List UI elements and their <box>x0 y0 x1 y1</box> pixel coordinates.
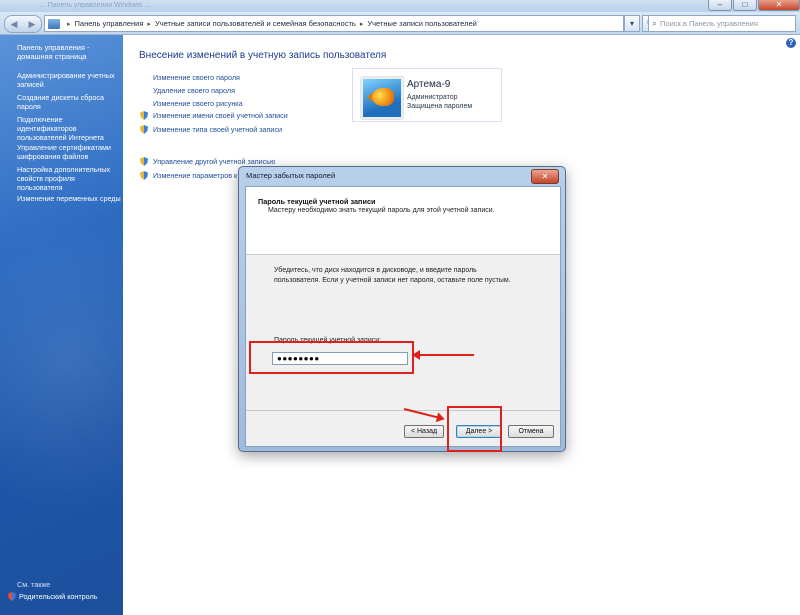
help-icon[interactable]: ? <box>786 38 796 48</box>
sidebar-item-profile-properties[interactable]: Настройка дополнительных свойств профиля… <box>17 165 121 192</box>
search-input[interactable]: ⌕ Поиск в Панель управления <box>648 15 796 32</box>
fish-icon <box>372 88 394 106</box>
breadcrumb-separator-icon[interactable]: ▸ <box>147 20 151 28</box>
remove-password-link[interactable]: Удаление своего пароля <box>153 86 235 95</box>
back-arrow-icon[interactable]: ◀ <box>11 19 18 30</box>
uac-shield-icon <box>140 157 148 166</box>
forgotten-password-wizard-dialog: Мастер забытых паролей ✕ Пароль текущей … <box>238 166 566 452</box>
change-account-name-label: Изменение имени своей учетной записи <box>153 111 288 120</box>
account-card: Артема-9 Администратор Защищена паролем <box>352 68 502 122</box>
window-title: ... Панель управления Windows ... <box>40 2 151 9</box>
sidebar-item-admin-accounts[interactable]: Администрирование учетных записей <box>17 71 121 90</box>
back-button[interactable]: < Назад <box>404 425 444 438</box>
uac-shield-icon <box>140 111 148 120</box>
dialog-header-subtitle: Мастеру необходимо знать текущий пароль … <box>268 207 495 214</box>
change-account-name-link[interactable]: Изменение имени своей учетной записи <box>140 111 288 120</box>
account-name: Артема-9 <box>407 79 451 90</box>
forward-arrow-icon[interactable]: ▶ <box>29 19 36 30</box>
password-pointer-arrow-icon <box>412 350 474 360</box>
change-picture-link[interactable]: Изменение своего рисунка <box>153 99 243 108</box>
sidebar-see-also: См. также <box>17 580 51 589</box>
uac-shield-icon <box>140 125 148 134</box>
sidebar: Панель управления - домашняя страница Ад… <box>0 35 123 615</box>
breadcrumb-control-panel[interactable]: Панель управления <box>75 19 144 28</box>
change-uac-settings-label: Изменение параметров к <box>153 171 238 180</box>
dialog-instructions: Убедитесь, что диск находится в дисковод… <box>274 267 511 284</box>
sidebar-item-online-ids[interactable]: Подключение идентификаторов пользователе… <box>17 115 121 142</box>
sidebar-item-home[interactable]: Панель управления - домашняя страница <box>17 43 121 62</box>
address-bar[interactable]: ▸ Панель управления ▸ Учетные записи пол… <box>44 15 624 32</box>
minimize-button[interactable]: – <box>708 0 732 11</box>
dialog-header: Пароль текущей учетной записи Мастеру не… <box>246 187 560 255</box>
breadcrumb-user-accounts[interactable]: Учетные записи пользователей <box>367 19 477 28</box>
change-uac-settings-link[interactable]: Изменение параметров к <box>140 171 237 180</box>
breadcrumb-separator-icon[interactable]: ▸ <box>360 20 364 28</box>
parental-controls-icon <box>8 592 16 601</box>
sidebar-item-certificates[interactable]: Управление сертификатами шифрования файл… <box>17 143 121 162</box>
avatar[interactable] <box>361 77 403 119</box>
account-role: Администратор <box>407 94 458 101</box>
change-password-link[interactable]: Изменение своего пароля <box>153 73 240 82</box>
uac-shield-icon <box>140 171 148 180</box>
dialog-separator <box>246 410 560 411</box>
manage-other-account-link[interactable]: Управление другой учетной записью <box>140 157 275 166</box>
password-highlight-box <box>249 341 414 374</box>
close-button[interactable]: ✕ <box>758 0 800 11</box>
cancel-button[interactable]: Отмена <box>508 425 554 438</box>
page-title: Внесение изменений в учетную запись поль… <box>139 50 387 61</box>
dialog-close-button[interactable]: ✕ <box>531 169 559 184</box>
dialog-client-area: Пароль текущей учетной записи Мастеру не… <box>245 186 561 447</box>
manage-other-account-label: Управление другой учетной записью <box>153 157 276 166</box>
next-highlight-box <box>447 406 502 452</box>
sidebar-item-parental-controls[interactable]: Родительский контроль <box>8 592 97 601</box>
parental-controls-label: Родительский контроль <box>19 592 98 601</box>
dialog-title: Мастер забытых паролей <box>246 171 336 180</box>
dialog-header-title: Пароль текущей учетной записи <box>258 197 376 206</box>
breadcrumb-user-accounts-family[interactable]: Учетные записи пользователей и семейная … <box>155 19 356 28</box>
search-placeholder: Поиск в Панель управления <box>660 19 758 28</box>
change-account-type-link[interactable]: Изменение типа своей учетной записи <box>140 125 282 134</box>
sidebar-item-environment-variables[interactable]: Изменение переменных среды <box>17 194 121 204</box>
address-dropdown-icon[interactable]: ▾ <box>624 15 640 32</box>
navigation-toolbar: ◀ ▶ ▸ Панель управления ▸ Учетные записи… <box>0 12 800 35</box>
back-forward-buttons: ◀ ▶ <box>4 15 42 33</box>
account-protection-status: Защищена паролем <box>407 103 473 110</box>
control-panel-icon <box>48 18 60 29</box>
maximize-button[interactable]: □ <box>733 0 757 11</box>
window-titlebar: ... Панель управления Windows ... – □ ✕ <box>0 0 800 12</box>
breadcrumb-separator-icon[interactable]: ▸ <box>67 20 71 28</box>
sidebar-item-reset-disk[interactable]: Создание дискеты сброса пароля <box>17 93 121 112</box>
window-controls: – □ ✕ <box>707 0 800 12</box>
change-account-type-label: Изменение типа своей учетной записи <box>153 125 283 134</box>
magnifier-icon: ⌕ <box>652 18 658 28</box>
